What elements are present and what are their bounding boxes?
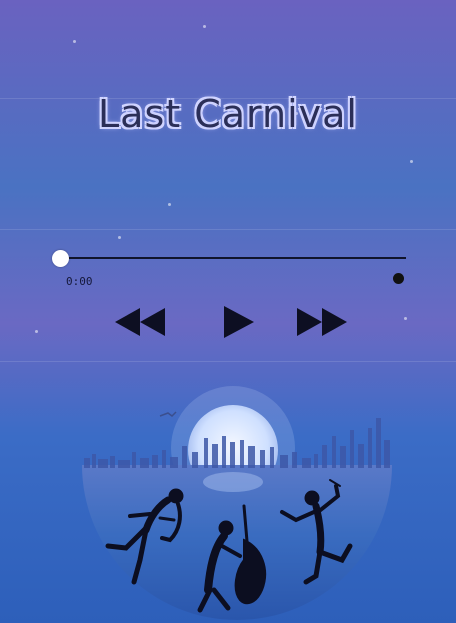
musicians-silhouettes — [105, 479, 353, 613]
disc-body — [82, 465, 392, 620]
play-icon — [224, 306, 254, 338]
city-skyline — [84, 418, 390, 468]
fast-forward-icon — [297, 308, 347, 336]
rewind-button[interactable] — [115, 308, 165, 336]
play-button[interactable] — [224, 306, 254, 338]
progress-track[interactable] — [60, 257, 406, 259]
current-time: 0:00 — [66, 275, 93, 288]
scanline — [0, 229, 456, 230]
progress-thumb[interactable] — [52, 250, 69, 267]
bird — [159, 411, 177, 417]
song-title: Last Carnival — [98, 92, 358, 136]
moon — [188, 405, 278, 495]
moon-glow — [171, 386, 295, 510]
progress-end-marker — [393, 273, 404, 284]
rewind-icon — [115, 308, 165, 336]
fast-forward-button[interactable] — [297, 308, 347, 336]
scanline — [0, 361, 456, 362]
moon-reflection — [203, 472, 263, 492]
